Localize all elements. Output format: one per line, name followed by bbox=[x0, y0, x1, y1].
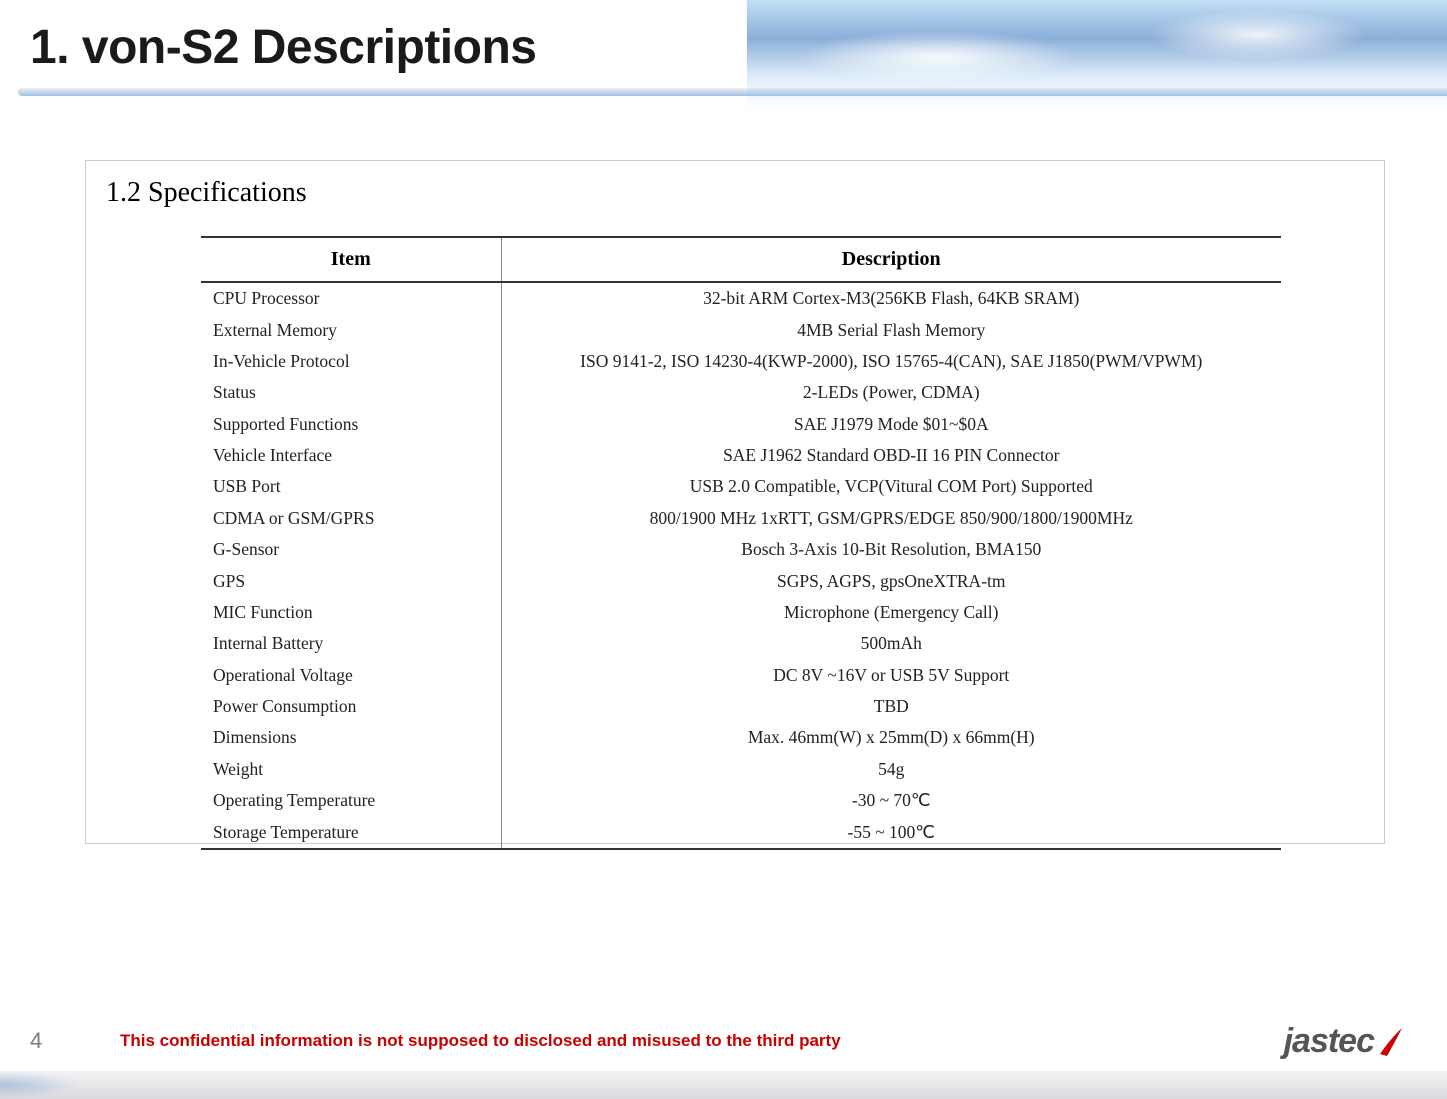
bottom-bar-decoration bbox=[0, 1071, 1447, 1099]
logo-text: jastec bbox=[1284, 1022, 1374, 1061]
specifications-table: Item Description CPU Processor32-bit ARM… bbox=[201, 236, 1281, 850]
spec-item: Operating Temperature bbox=[201, 785, 501, 816]
spec-description: ISO 9141-2, ISO 14230-4(KWP-2000), ISO 1… bbox=[501, 346, 1281, 377]
table-row: Storage Temperature-55 ~ 100℃ bbox=[201, 816, 1281, 848]
spec-item: GPS bbox=[201, 565, 501, 596]
spec-item: Dimensions bbox=[201, 722, 501, 753]
spec-description: SAE J1979 Mode $01~$0A bbox=[501, 409, 1281, 440]
spec-description: Max. 46mm(W) x 25mm(D) x 66mm(H) bbox=[501, 722, 1281, 753]
page-number: 4 bbox=[30, 1028, 42, 1054]
spec-item: USB Port bbox=[201, 471, 501, 502]
table-row: MIC FunctionMicrophone (Emergency Call) bbox=[201, 597, 1281, 628]
table-row: Operating Temperature-30 ~ 70℃ bbox=[201, 785, 1281, 816]
logo-swoosh-icon bbox=[1377, 1024, 1407, 1060]
spec-description: Microphone (Emergency Call) bbox=[501, 597, 1281, 628]
spec-item: External Memory bbox=[201, 314, 501, 345]
spec-description: DC 8V ~16V or USB 5V Support bbox=[501, 660, 1281, 691]
spec-item: Status bbox=[201, 377, 501, 408]
spec-item: MIC Function bbox=[201, 597, 501, 628]
spec-description: 54g bbox=[501, 754, 1281, 785]
table-row: Status2-LEDs (Power, CDMA) bbox=[201, 377, 1281, 408]
spec-item: In-Vehicle Protocol bbox=[201, 346, 501, 377]
table-row: Weight54g bbox=[201, 754, 1281, 785]
footer-logo: jastec bbox=[1284, 1022, 1407, 1061]
spec-description: SGPS, AGPS, gpsOneXTRA-tm bbox=[501, 565, 1281, 596]
spec-description: -55 ~ 100℃ bbox=[501, 816, 1281, 848]
spec-item: CPU Processor bbox=[201, 282, 501, 314]
table-row: Internal Battery500mAh bbox=[201, 628, 1281, 659]
spec-description: TBD bbox=[501, 691, 1281, 722]
table-row: G-SensorBosch 3-Axis 10-Bit Resolution, … bbox=[201, 534, 1281, 565]
table-row: Power ConsumptionTBD bbox=[201, 691, 1281, 722]
spec-item: Operational Voltage bbox=[201, 660, 501, 691]
spec-item: Power Consumption bbox=[201, 691, 501, 722]
spec-description: 800/1900 MHz 1xRTT, GSM/GPRS/EDGE 850/90… bbox=[501, 503, 1281, 534]
spec-item: Storage Temperature bbox=[201, 816, 501, 848]
table-row: USB PortUSB 2.0 Compatible, VCP(Vitural … bbox=[201, 471, 1281, 502]
spec-description: 2-LEDs (Power, CDMA) bbox=[501, 377, 1281, 408]
table-row: Supported FunctionsSAE J1979 Mode $01~$0… bbox=[201, 409, 1281, 440]
title-underline bbox=[18, 88, 1447, 96]
spec-item: Vehicle Interface bbox=[201, 440, 501, 471]
table-row: CPU Processor32-bit ARM Cortex-M3(256KB … bbox=[201, 282, 1281, 314]
spec-item: G-Sensor bbox=[201, 534, 501, 565]
spec-description: USB 2.0 Compatible, VCP(Vitural COM Port… bbox=[501, 471, 1281, 502]
spec-item: Supported Functions bbox=[201, 409, 501, 440]
spec-description: 4MB Serial Flash Memory bbox=[501, 314, 1281, 345]
table-row: In-Vehicle ProtocolISO 9141-2, ISO 14230… bbox=[201, 346, 1281, 377]
confidential-notice: This confidential information is not sup… bbox=[120, 1031, 841, 1051]
page-title: 1. von-S2 Descriptions bbox=[30, 20, 536, 75]
spec-item: CDMA or GSM/GPRS bbox=[201, 503, 501, 534]
table-header-description: Description bbox=[501, 237, 1281, 282]
spec-description: 32-bit ARM Cortex-M3(256KB Flash, 64KB S… bbox=[501, 282, 1281, 314]
spec-item: Internal Battery bbox=[201, 628, 501, 659]
spec-description: -30 ~ 70℃ bbox=[501, 785, 1281, 816]
section-title: 1.2 Specifications bbox=[106, 177, 307, 209]
table-header-row: Item Description bbox=[201, 237, 1281, 282]
spec-description: SAE J1962 Standard OBD-II 16 PIN Connect… bbox=[501, 440, 1281, 471]
table-row: Operational VoltageDC 8V ~16V or USB 5V … bbox=[201, 660, 1281, 691]
table-row: DimensionsMax. 46mm(W) x 25mm(D) x 66mm(… bbox=[201, 722, 1281, 753]
content-box: 1.2 Specifications Item Description CPU … bbox=[85, 160, 1385, 844]
spec-description: 500mAh bbox=[501, 628, 1281, 659]
table-row: Vehicle InterfaceSAE J1962 Standard OBD-… bbox=[201, 440, 1281, 471]
table-header-item: Item bbox=[201, 237, 501, 282]
table-row: External Memory4MB Serial Flash Memory bbox=[201, 314, 1281, 345]
spec-description: Bosch 3-Axis 10-Bit Resolution, BMA150 bbox=[501, 534, 1281, 565]
table-row: CDMA or GSM/GPRS800/1900 MHz 1xRTT, GSM/… bbox=[201, 503, 1281, 534]
spec-item: Weight bbox=[201, 754, 501, 785]
table-row: GPSSGPS, AGPS, gpsOneXTRA-tm bbox=[201, 565, 1281, 596]
